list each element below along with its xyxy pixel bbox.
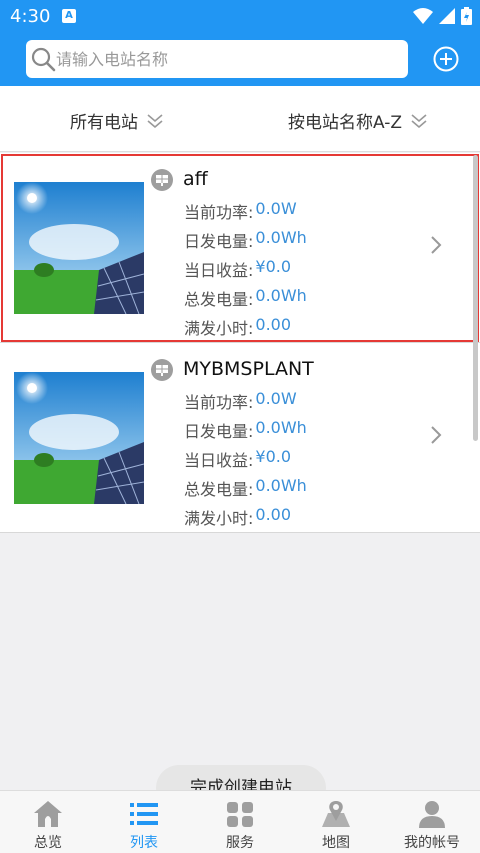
chevron-right-icon[interactable] xyxy=(430,425,442,445)
field-row: 总发电量: 0.0Wh xyxy=(184,476,307,505)
station-name: MYBMSPLANT xyxy=(183,358,314,380)
field-value: 0.0Wh xyxy=(255,476,307,495)
wifi-icon xyxy=(413,8,433,24)
station-list: aff 当前功率: 0.0W 日发电量: 0.0Wh 当日收益: ¥0.0 总发电量:… xyxy=(0,153,480,533)
tab-overview[interactable]: 总览 xyxy=(0,791,96,853)
home-icon xyxy=(34,801,62,827)
tab-label: 服务 xyxy=(226,835,254,851)
search-header xyxy=(0,32,480,86)
status-bar: 4:30 A xyxy=(0,0,480,32)
plant-type-icon xyxy=(151,359,173,381)
tab-label: 我的帐号 xyxy=(404,835,460,851)
station-fields: 当前功率: 0.0W 日发电量: 0.0Wh 当日收益: ¥0.0 总发电量: 0.0W… xyxy=(184,199,307,344)
tab-label: 列表 xyxy=(130,835,158,851)
notification-icon: A xyxy=(62,9,76,23)
field-value: 0.0Wh xyxy=(255,418,307,437)
field-row: 总发电量: 0.0Wh xyxy=(184,286,307,315)
chevron-right-icon[interactable] xyxy=(430,235,442,255)
field-label: 满发小时: xyxy=(184,319,254,338)
field-row: 当日收益: ¥0.0 xyxy=(184,257,307,286)
field-value: 0.00 xyxy=(255,315,292,334)
account-icon xyxy=(419,801,445,828)
tab-label: 总览 xyxy=(34,835,62,851)
field-label: 当日收益: xyxy=(184,451,254,470)
station-filter-label: 所有电站 xyxy=(70,113,138,133)
search-input[interactable] xyxy=(56,44,401,74)
station-thumbnail xyxy=(14,372,144,504)
field-value: 0.0W xyxy=(255,199,297,218)
field-value: ¥0.0 xyxy=(255,447,292,466)
sort-filter-label: 按电站名称A-Z xyxy=(288,113,403,133)
field-label: 总发电量: xyxy=(184,290,254,309)
field-label: 日发电量: xyxy=(184,422,254,441)
field-row: 当前功率: 0.0W xyxy=(184,199,307,228)
filter-bar: 所有电站 按电站名称A-Z xyxy=(0,86,480,152)
system-icons xyxy=(413,7,472,25)
double-chevron-down-icon xyxy=(411,113,427,128)
station-name: aff xyxy=(183,168,208,190)
add-station-button[interactable] xyxy=(432,45,460,73)
search-icon xyxy=(31,47,56,72)
field-label: 满发小时: xyxy=(184,509,254,528)
tab-map[interactable]: 地图 xyxy=(288,791,384,853)
field-row: 满发小时: 0.00 xyxy=(184,315,307,344)
map-icon xyxy=(322,801,350,827)
field-value: 0.00 xyxy=(255,505,292,524)
station-card[interactable]: MYBMSPLANT 当前功率: 0.0W 日发电量: 0.0Wh 当日收益: ¥0.… xyxy=(0,343,480,533)
tab-service[interactable]: 服务 xyxy=(192,791,288,853)
station-fields: 当前功率: 0.0W 日发电量: 0.0Wh 当日收益: ¥0.0 总发电量: 0.0W… xyxy=(184,389,307,534)
field-value: 0.0W xyxy=(255,389,297,408)
field-row: 日发电量: 0.0Wh xyxy=(184,418,307,447)
station-thumbnail xyxy=(14,182,144,314)
field-row: 当日收益: ¥0.0 xyxy=(184,447,307,476)
tab-list[interactable]: 列表 xyxy=(96,791,192,853)
field-value: ¥0.0 xyxy=(255,257,292,276)
status-time: 4:30 xyxy=(10,6,51,27)
signal-icon xyxy=(439,8,455,24)
field-label: 总发电量: xyxy=(184,480,254,499)
list-icon xyxy=(130,803,158,825)
sort-filter-dropdown[interactable]: 按电站名称A-Z xyxy=(288,108,428,133)
field-label: 当日收益: xyxy=(184,261,254,280)
field-row: 满发小时: 0.00 xyxy=(184,505,307,534)
field-value: 0.0Wh xyxy=(255,228,307,247)
battery-icon xyxy=(461,7,472,25)
tab-account[interactable]: 我的帐号 xyxy=(384,791,480,853)
scrollbar[interactable] xyxy=(473,155,478,441)
plant-type-icon xyxy=(151,169,173,191)
search-box[interactable] xyxy=(26,40,408,78)
station-card[interactable]: aff 当前功率: 0.0W 日发电量: 0.0Wh 当日收益: ¥0.0 总发电量:… xyxy=(0,153,480,343)
field-label: 日发电量: xyxy=(184,232,254,251)
field-row: 当前功率: 0.0W xyxy=(184,389,307,418)
station-filter-dropdown[interactable]: 所有电站 xyxy=(70,108,164,133)
field-value: 0.0Wh xyxy=(255,286,307,305)
double-chevron-down-icon xyxy=(147,113,163,128)
service-icon xyxy=(227,802,253,827)
tab-label: 地图 xyxy=(322,835,350,851)
field-row: 日发电量: 0.0Wh xyxy=(184,228,307,257)
bottom-nav: 总览 列表 服务 地图 我的帐号 xyxy=(0,790,480,853)
field-label: 当前功率: xyxy=(184,393,254,412)
field-label: 当前功率: xyxy=(184,203,254,222)
